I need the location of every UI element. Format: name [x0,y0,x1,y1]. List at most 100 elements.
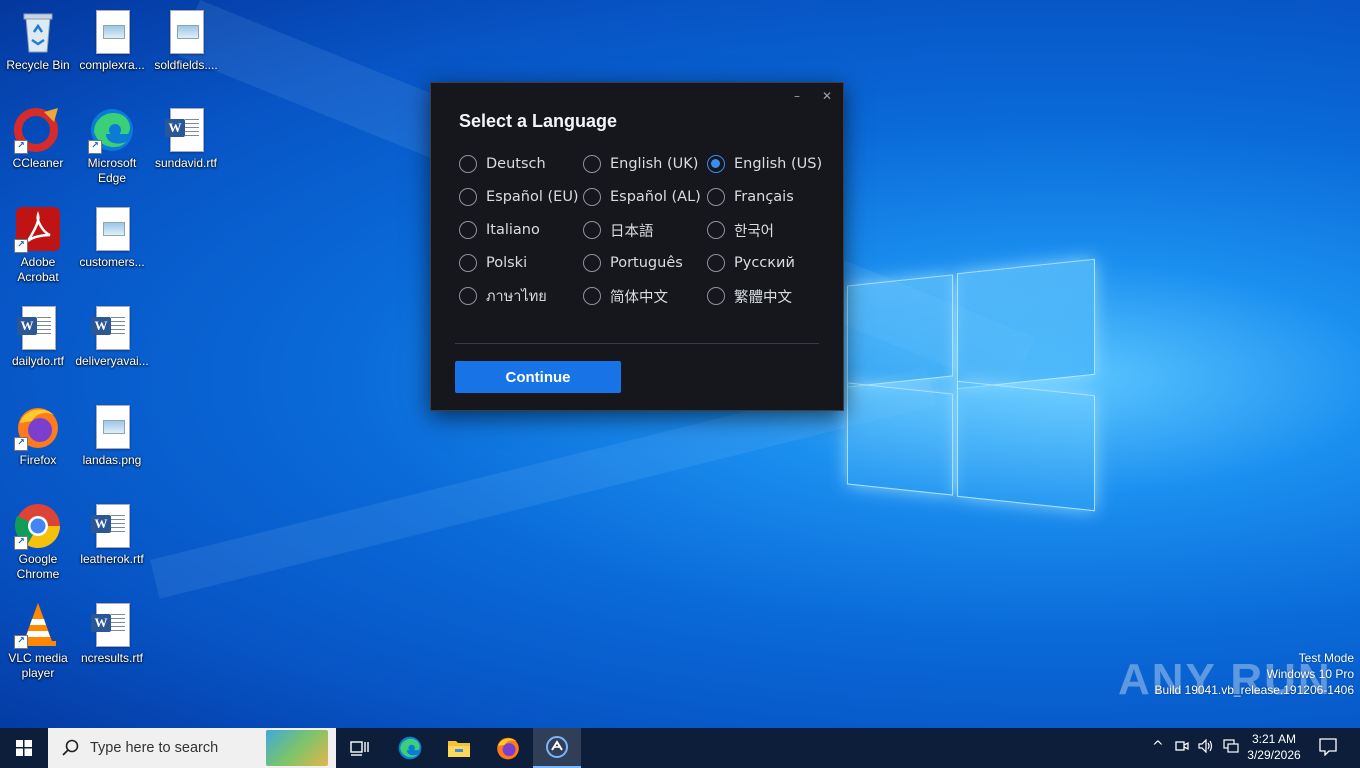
desktop-icon-label: leatherok.rtf [80,552,144,566]
shortcut-arrow-icon: ↗ [14,140,28,154]
desktop: Recycle Bin ↗ CCleaner ↗ Adobe Acrobat W… [0,0,1360,728]
image-file-icon [88,8,136,56]
desktop-icon-vlc[interactable]: ↗ VLC media player [0,601,76,681]
language-option[interactable]: English (UK) [583,153,698,175]
radio-unselected-icon[interactable] [707,254,725,272]
clock-time: 3:21 AM [1251,732,1297,746]
language-label: Español (EU) [486,189,579,205]
language-option[interactable]: Русский [707,252,795,274]
shortcut-arrow-icon: ↗ [14,239,28,253]
chrome-icon: ↗ [14,502,62,550]
language-option[interactable]: Português [583,252,683,274]
desktop-icon-label: ncresults.rtf [80,651,143,665]
radio-unselected-icon[interactable] [583,254,601,272]
desktop-icon-dailydo[interactable]: W dailydo.rtf [0,304,76,369]
search-icon [62,739,79,756]
desktop-icon-label: CCleaner [12,156,64,170]
language-option[interactable]: Français [707,186,794,208]
radio-unselected-icon[interactable] [583,188,601,206]
language-label: Русский [734,255,795,271]
clock-date: 3/29/2026 [1247,748,1301,762]
radio-unselected-icon[interactable] [583,287,601,305]
radio-unselected-icon[interactable] [583,155,601,173]
system-clock[interactable]: 3:21 AM 3/29/2026 [1240,731,1308,763]
word-document-icon: W [88,502,136,550]
file-explorer-icon [448,741,470,757]
language-option[interactable]: 繁體中文 [707,285,792,307]
language-option[interactable]: 简体中文 [583,285,668,307]
recycle-bin-icon [14,8,62,56]
search-highlight-image [266,730,328,766]
language-option[interactable]: 日本語 [583,219,654,241]
desktop-icon-label: Recycle Bin [6,58,70,72]
taskbar-edge[interactable] [386,728,434,768]
task-view-icon [350,741,369,756]
desktop-icon-microsoft-edge[interactable]: ↗ Microsoft Edge [74,106,150,186]
windows-start-icon [16,740,32,756]
image-file-icon [162,8,210,56]
show-hidden-icons-chevron-icon[interactable]: ^ [1152,739,1164,755]
desktop-icon-label: Microsoft Edge [87,156,137,185]
language-label: 日本語 [610,223,654,240]
firefox-icon: ↗ [14,403,62,451]
taskbar-file-explorer[interactable] [435,728,483,768]
continue-button[interactable]: Continue [455,361,621,393]
taskbar-search-box[interactable]: Type here to search [48,728,336,768]
desktop-icon-firefox[interactable]: ↗ Firefox [0,403,76,468]
taskbar-firefox[interactable] [484,728,532,768]
radio-unselected-icon[interactable] [707,287,725,305]
volume-icon[interactable] [1198,738,1214,757]
desktop-icon-adobe-acrobat[interactable]: ↗ Adobe Acrobat [0,205,76,285]
desktop-icon-google-chrome[interactable]: ↗ Google Chrome [0,502,76,582]
desktop-icon-recycle-bin[interactable]: Recycle Bin [0,8,76,73]
radio-unselected-icon[interactable] [707,221,725,239]
language-option[interactable]: English (US) [707,153,822,175]
desktop-icon-complexra[interactable]: complexra... [74,8,150,73]
desktop-icon-label: soldfields.... [154,58,218,72]
language-option[interactable]: Italiano [459,219,540,241]
taskbar-installer-app[interactable] [533,728,581,768]
language-option[interactable]: Polski [459,252,527,274]
shortcut-arrow-icon: ↗ [88,140,102,154]
radio-selected-icon[interactable] [707,155,725,173]
minimize-button[interactable]: – [787,89,807,103]
ccleaner-icon: ↗ [14,106,62,154]
adobe-acrobat-icon: ↗ [14,205,62,253]
start-button[interactable] [0,728,48,768]
language-option[interactable]: ภาษาไทย [459,285,547,307]
desktop-icon-label: Google Chrome [16,552,60,581]
radio-unselected-icon[interactable] [459,221,477,239]
meet-now-icon[interactable] [1175,739,1189,757]
desktop-icon-soldfields[interactable]: soldfields.... [148,8,224,73]
desktop-icon-deliveryavai[interactable]: W deliveryavai... [74,304,150,369]
radio-unselected-icon[interactable] [459,188,477,206]
action-center-notification-icon[interactable] [1319,738,1337,760]
language-option[interactable]: Español (EU) [459,186,579,208]
radio-unselected-icon[interactable] [583,221,601,239]
language-option[interactable]: Deutsch [459,153,546,175]
radio-unselected-icon[interactable] [707,188,725,206]
radio-unselected-icon[interactable] [459,254,477,272]
desktop-icon-leatherok[interactable]: W leatherok.rtf [74,502,150,567]
network-icon[interactable] [1223,739,1239,757]
windows-test-mode-watermark: Test Mode Windows 10 Pro Build 19041.vb_… [1155,650,1355,698]
language-label: 繁體中文 [734,289,792,306]
desktop-icon-ncresults[interactable]: W ncresults.rtf [74,601,150,666]
desktop-icon-sundavid[interactable]: W sundavid.rtf [148,106,224,171]
desktop-icon-landas[interactable]: landas.png [74,403,150,468]
close-button[interactable]: ✕ [817,89,837,103]
language-option[interactable]: Español (AL) [583,186,701,208]
task-view-button[interactable] [336,728,384,768]
radio-unselected-icon[interactable] [459,287,477,305]
desktop-icon-label: deliveryavai... [75,354,149,368]
language-label: 한국어 [734,223,775,240]
language-label: Polski [486,255,528,271]
desktop-icon-label: sundavid.rtf [154,156,218,170]
radio-unselected-icon[interactable] [459,155,477,173]
word-document-icon: W [14,304,62,352]
desktop-icon-customers[interactable]: customers... [74,205,150,270]
desktop-icon-label: customers... [79,255,145,269]
language-option[interactable]: 한국어 [707,219,774,241]
desktop-icon-ccleaner[interactable]: ↗ CCleaner [0,106,76,171]
watermark-line: Build 19041.vb_release.191206-1406 [1154,683,1355,697]
